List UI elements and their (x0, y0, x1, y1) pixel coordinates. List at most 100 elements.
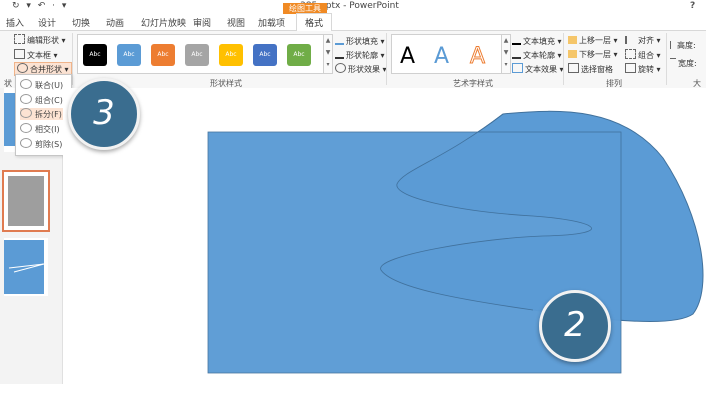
tab-view[interactable]: 视图 (227, 16, 245, 29)
step-badge-3: 3 (68, 78, 140, 150)
effects-icon (335, 63, 346, 73)
wordart-style-blue[interactable]: A (434, 44, 449, 69)
text-outline-icon (512, 49, 521, 59)
slide-thumbnail[interactable] (4, 238, 48, 296)
tab-design[interactable]: 设计 (38, 16, 56, 29)
selection-pane-button[interactable]: 选择窗格 (568, 63, 613, 75)
menu-item-subtract[interactable]: 剪除(S) (20, 138, 62, 150)
wordart-gallery: A A A (391, 34, 503, 74)
wordart-scroll[interactable]: ▲ ▼ ▾ (501, 34, 511, 74)
pen-icon (335, 49, 344, 59)
wordart-style-black[interactable]: A (400, 44, 415, 69)
divider (72, 33, 73, 85)
height-icon (670, 41, 675, 49)
selection-pane-label: 选择窗格 (581, 65, 613, 74)
menu-item-intersect[interactable]: 相交(I) (20, 123, 60, 135)
rotate-icon (625, 63, 636, 73)
slide-thumbnail-selected[interactable] (2, 170, 50, 232)
height-field[interactable]: 高度: (670, 40, 696, 51)
shape-styles-gallery: Abc Abc Abc Abc Abc Abc Abc (77, 34, 325, 74)
group-icon (625, 49, 636, 59)
fragment-icon (20, 108, 32, 118)
tab-format[interactable]: 格式 (296, 13, 333, 33)
shape-style-gray[interactable]: Abc (185, 44, 209, 66)
shape-style-gold[interactable]: Abc (219, 44, 243, 66)
title-bar: ↻ ▾ ↶ · ▾ 385.pptx - PowerPoint ? (0, 0, 706, 14)
selection-pane-icon (568, 63, 579, 73)
align-label: 对齐 ▾ (638, 36, 661, 45)
tab-addins[interactable]: 加载项 (258, 16, 285, 29)
divider (386, 33, 387, 85)
paint-bucket-icon (335, 35, 344, 45)
bring-forward-icon (568, 36, 577, 44)
union-icon (20, 79, 32, 89)
group-button[interactable]: 组合 ▾ (625, 49, 661, 61)
shape-fill-label: 形状填充 ▾ (346, 37, 385, 46)
text-fill-label: 文本填充 ▾ (523, 37, 562, 46)
text-outline-button[interactable]: 文本轮廓 ▾ (512, 49, 562, 61)
combine-label: 组合(C) (35, 96, 63, 105)
wordart-style-orange-outline[interactable]: A (469, 44, 485, 70)
text-effects-button[interactable]: 文本效果 ▾ (512, 63, 564, 75)
text-effects-label: 文本效果 ▾ (525, 65, 564, 74)
send-backward-button[interactable]: 下移一层 ▾ (568, 49, 618, 60)
height-label: 高度: (677, 41, 696, 50)
shape-style-green[interactable]: Abc (287, 44, 311, 66)
shape-style-darkblue[interactable]: Abc (253, 44, 277, 66)
text-effects-icon (512, 63, 523, 73)
send-backward-icon (568, 50, 577, 58)
combine-icon (20, 94, 32, 104)
subtract-label: 剪除(S) (35, 140, 63, 149)
quick-access-toolbar[interactable]: ↻ ▾ ↶ · ▾ (12, 1, 68, 11)
tab-insert[interactable]: 插入 (6, 16, 24, 29)
status-area (0, 384, 706, 406)
text-fill-icon (512, 35, 521, 45)
text-box-icon (14, 49, 25, 59)
ribbon-tabs: 插入 设计 切换 动画 幻灯片放映 审阅 视图 加载项 格式 (0, 13, 706, 33)
width-label: 宽度: (678, 59, 697, 68)
merge-shapes-icon (17, 63, 28, 73)
tab-review[interactable]: 审阅 (193, 16, 211, 29)
thumbnail-image (8, 176, 44, 226)
align-icon (625, 36, 636, 44)
help-button[interactable]: ? (690, 1, 695, 11)
text-fill-button[interactable]: 文本填充 ▾ (512, 35, 562, 47)
width-field[interactable]: 宽度: (670, 58, 697, 69)
rotate-label: 旋转 ▾ (638, 65, 661, 74)
shape-outline-button[interactable]: 形状轮廓 ▾ (335, 49, 385, 61)
bring-forward-button[interactable]: 上移一层 ▾ (568, 35, 618, 46)
send-backward-label: 下移一层 ▾ (579, 50, 618, 59)
shape-effects-label: 形状效果 ▾ (348, 65, 387, 74)
shape-style-blue[interactable]: Abc (117, 44, 141, 66)
gallery-scroll[interactable]: ▲ ▼ ▾ (323, 34, 333, 74)
shape-style-black[interactable]: Abc (83, 44, 107, 66)
edit-shape-label: 编辑形状 ▾ (27, 36, 66, 45)
tab-transitions[interactable]: 切换 (72, 16, 90, 29)
divider (563, 33, 564, 85)
menu-item-union[interactable]: 联合(U) (20, 79, 63, 91)
slide-canvas[interactable] (63, 88, 706, 384)
align-button[interactable]: 对齐 ▾ (625, 35, 661, 46)
tab-slideshow[interactable]: 幻灯片放映 (141, 16, 186, 29)
shape-style-orange[interactable]: Abc (151, 44, 175, 66)
thumbnail-shape (4, 240, 45, 294)
text-box-button[interactable]: 文本框 ▾ (14, 49, 58, 61)
merge-shapes-label: 合并形状 ▾ (30, 65, 69, 74)
shape-effects-button[interactable]: 形状效果 ▾ (335, 63, 387, 75)
intersect-icon (20, 123, 32, 133)
edit-shape-button[interactable]: 编辑形状 ▾ (14, 34, 66, 46)
fragment-label: 拆分(F) (35, 110, 62, 119)
slide-shapes (207, 110, 704, 374)
union-label: 联合(U) (35, 81, 64, 90)
menu-item-fragment[interactable]: 拆分(F) (20, 108, 67, 120)
width-icon (670, 58, 676, 67)
subtract-icon (20, 138, 32, 148)
shape-outline-label: 形状轮廓 ▾ (346, 51, 385, 60)
intersect-label: 相交(I) (35, 125, 60, 134)
menu-item-combine[interactable]: 组合(C) (20, 94, 63, 106)
text-box-label: 文本框 ▾ (27, 51, 58, 60)
shape-fill-button[interactable]: 形状填充 ▾ (335, 35, 385, 47)
tab-animations[interactable]: 动画 (106, 16, 124, 29)
rotate-button[interactable]: 旋转 ▾ (625, 63, 661, 75)
bring-forward-label: 上移一层 ▾ (579, 36, 618, 45)
